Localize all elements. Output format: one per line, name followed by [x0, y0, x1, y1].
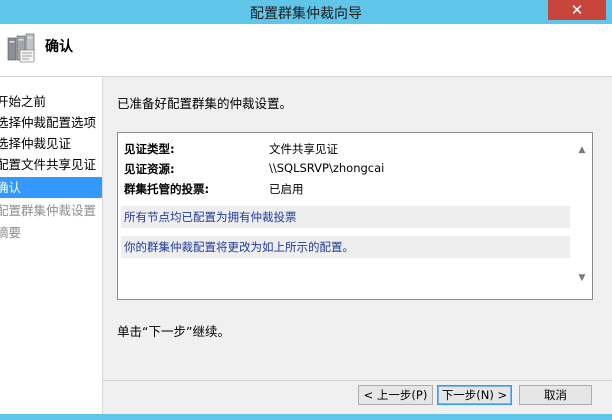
- previous-button[interactable]: < 上一步(P): [358, 385, 433, 405]
- summary-key: 群集托管的投票:: [124, 182, 210, 196]
- nav-step-select-quorum-witness[interactable]: 选择仲裁见证: [0, 133, 102, 154]
- summary-value: 已启用: [269, 182, 304, 196]
- nav-step-label: 选择仲裁见证: [0, 136, 72, 151]
- nav-step-select-quorum-option[interactable]: 选择仲裁配置选项: [0, 112, 102, 133]
- nav-step-configure-file-share-witness[interactable]: 配置文件共享见证: [0, 154, 102, 175]
- window-bottom-border: [0, 414, 612, 420]
- nav-step-label: 配置文件共享见证: [0, 157, 97, 172]
- scroll-up-icon[interactable]: ▲: [575, 143, 589, 157]
- window-title: 配置群集仲裁向导: [250, 6, 362, 22]
- confirmation-summary[interactable]: 见证类型: 文件共享见证 见证资源: \\SQLSRVP\zhongcai 群集…: [117, 132, 593, 300]
- nav-step-summary: 摘要: [0, 222, 102, 243]
- nav-step-label: 选择仲裁配置选项: [0, 115, 97, 130]
- main-content: 已准备好配置群集的仲裁设置。 见证类型: 文件共享见证 见证资源: \\SQLS…: [103, 77, 612, 380]
- summary-value: \\SQLSRVP\zhongcai: [269, 161, 385, 175]
- intro-text: 已准备好配置群集的仲裁设置。: [117, 96, 293, 111]
- nav-step-label: 摘要: [0, 225, 22, 240]
- nav-step-configure-quorum-settings: 配置群集仲裁设置: [0, 200, 102, 221]
- wizard-header: 确认: [0, 24, 612, 76]
- next-button[interactable]: 下一步(N) >: [437, 385, 512, 405]
- summary-note-config-change: 你的群集仲裁配置将更改为如上所示的配置。: [121, 236, 570, 258]
- summary-value: 文件共享见证: [269, 142, 338, 156]
- summary-note-votes: 所有节点均已配置为拥有仲裁投票: [121, 206, 570, 228]
- cancel-button[interactable]: 取消: [519, 385, 592, 405]
- page-title: 确认: [45, 39, 73, 55]
- nav-step-confirmation[interactable]: 确认: [0, 177, 102, 198]
- scroll-down-icon[interactable]: ▼: [575, 271, 589, 285]
- summary-key: 见证类型:: [124, 142, 175, 156]
- nav-step-before-you-begin[interactable]: 开始之前: [0, 91, 102, 112]
- nav-step-label: 开始之前: [0, 94, 47, 109]
- next-instruction: 单击“下一步”继续。: [117, 324, 230, 339]
- close-button[interactable]: ✕: [548, 0, 606, 20]
- nav-step-label: 配置群集仲裁设置: [0, 203, 97, 218]
- title-bar: 配置群集仲裁向导 ✕: [0, 0, 612, 24]
- nav-step-label: 确认: [0, 180, 22, 195]
- cluster-servers-icon: [7, 33, 35, 63]
- wizard-steps-nav: 开始之前 选择仲裁配置选项 选择仲裁见证 配置文件共享见证 确认 配置群集仲裁设…: [0, 77, 102, 420]
- summary-key: 见证资源:: [124, 162, 175, 176]
- summary-scrollbar[interactable]: ▲ ▼: [573, 135, 591, 297]
